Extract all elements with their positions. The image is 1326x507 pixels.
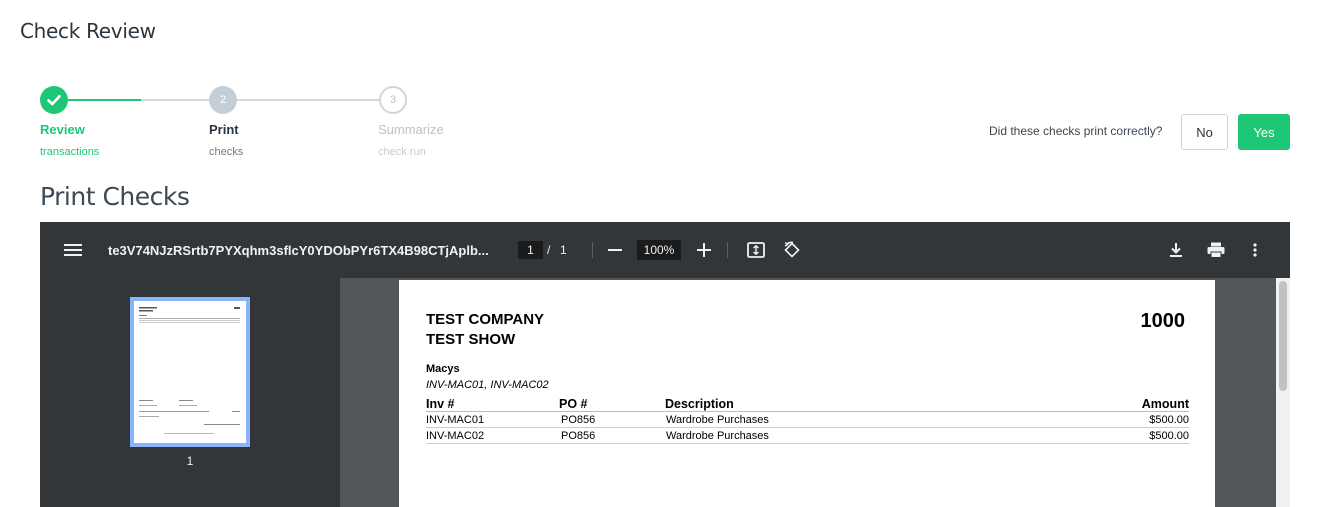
section-title: Print Checks (40, 182, 190, 211)
step-connector-1 (141, 99, 209, 101)
cell-po: PO856 (559, 411, 665, 428)
column-header-description: Description (665, 396, 1069, 412)
step-connector-2 (237, 99, 379, 101)
cell-description: Wardrobe Purchases (665, 411, 1069, 428)
progress-stepper: 2 3 Review transactions Print checks Sum… (40, 86, 460, 166)
column-header-inv: Inv # (426, 396, 559, 412)
cell-inv: INV-MAC01 (426, 411, 559, 428)
step-summarize-sub: check run (378, 146, 426, 158)
menu-icon[interactable] (64, 222, 82, 278)
print-confirm-question: Did these checks print correctly? (989, 124, 1163, 138)
page-thumbnail[interactable] (130, 297, 250, 447)
total-pages: 1 (560, 243, 567, 257)
cell-amount: $500.00 (1069, 427, 1189, 444)
step-print-sub: checks (209, 146, 244, 158)
table-header-row: Inv # PO # Description Amount (426, 396, 1189, 412)
payee-name: Macys (426, 363, 460, 375)
column-header-amount: Amount (1069, 396, 1189, 412)
zoom-out-icon[interactable] (608, 222, 622, 278)
page-number-input[interactable]: 1 (518, 241, 543, 259)
toolbar-divider (592, 242, 593, 258)
step-print-label: Print (209, 122, 239, 137)
rotate-icon[interactable] (783, 222, 801, 278)
scrollbar-thumb[interactable] (1279, 281, 1287, 391)
more-vert-icon[interactable] (1253, 222, 1257, 278)
thumbnail-page-number: 1 (186, 454, 194, 468)
cell-description: Wardrobe Purchases (665, 427, 1069, 444)
print-icon[interactable] (1207, 222, 1225, 278)
check-document: TEST COMPANY TEST SHOW 1000 Macys INV-MA… (399, 280, 1215, 507)
invoice-list: INV-MAC01, INV-MAC02 (426, 379, 549, 391)
company-name: TEST COMPANY TEST SHOW (426, 310, 544, 350)
step-review-circle (40, 86, 68, 114)
table-row: INV-MAC02 PO856 Wardrobe Purchases $500.… (426, 427, 1189, 444)
check-number: 1000 (1140, 310, 1186, 332)
company-line-1: TEST COMPANY (426, 311, 545, 328)
cell-amount: $500.00 (1069, 411, 1189, 428)
invoice-table: Inv # PO # Description Amount INV-MAC01 … (426, 396, 1189, 444)
fit-page-icon[interactable] (747, 222, 765, 278)
cell-inv: INV-MAC02 (426, 427, 559, 444)
column-header-po: PO # (559, 396, 665, 412)
pdf-toolbar: te3V74NJzRSrtb7PYXqhm3sflcY0YDObPYr6TX4B… (40, 222, 1290, 278)
step-connector-1-done (68, 99, 141, 101)
zoom-level[interactable]: 100% (637, 240, 681, 260)
step-summarize-label: Summarize (378, 122, 444, 137)
step-print-circle: 2 (209, 86, 237, 114)
cell-po: PO856 (559, 427, 665, 444)
no-button[interactable]: No (1181, 114, 1228, 150)
step-review-label: Review (40, 122, 85, 137)
check-icon (46, 92, 62, 108)
step-review-sub: transactions (40, 146, 100, 158)
company-line-2: TEST SHOW (426, 331, 516, 348)
pdf-filename: te3V74NJzRSrtb7PYXqhm3sflcY0YDObPYr6TX4B… (108, 242, 489, 258)
step-summarize-circle: 3 (379, 86, 407, 114)
page-title: Check Review (20, 19, 156, 43)
page-separator: / (547, 243, 551, 257)
download-icon[interactable] (1169, 222, 1183, 278)
toolbar-divider (727, 242, 728, 258)
table-row: INV-MAC01 PO856 Wardrobe Purchases $500.… (426, 411, 1189, 428)
zoom-in-icon[interactable] (697, 222, 711, 278)
thumbnail-sidebar: 1 (40, 278, 340, 507)
yes-button[interactable]: Yes (1238, 114, 1290, 150)
vertical-scrollbar[interactable] (1276, 278, 1290, 507)
pdf-viewer: te3V74NJzRSrtb7PYXqhm3sflcY0YDObPYr6TX4B… (40, 222, 1290, 507)
